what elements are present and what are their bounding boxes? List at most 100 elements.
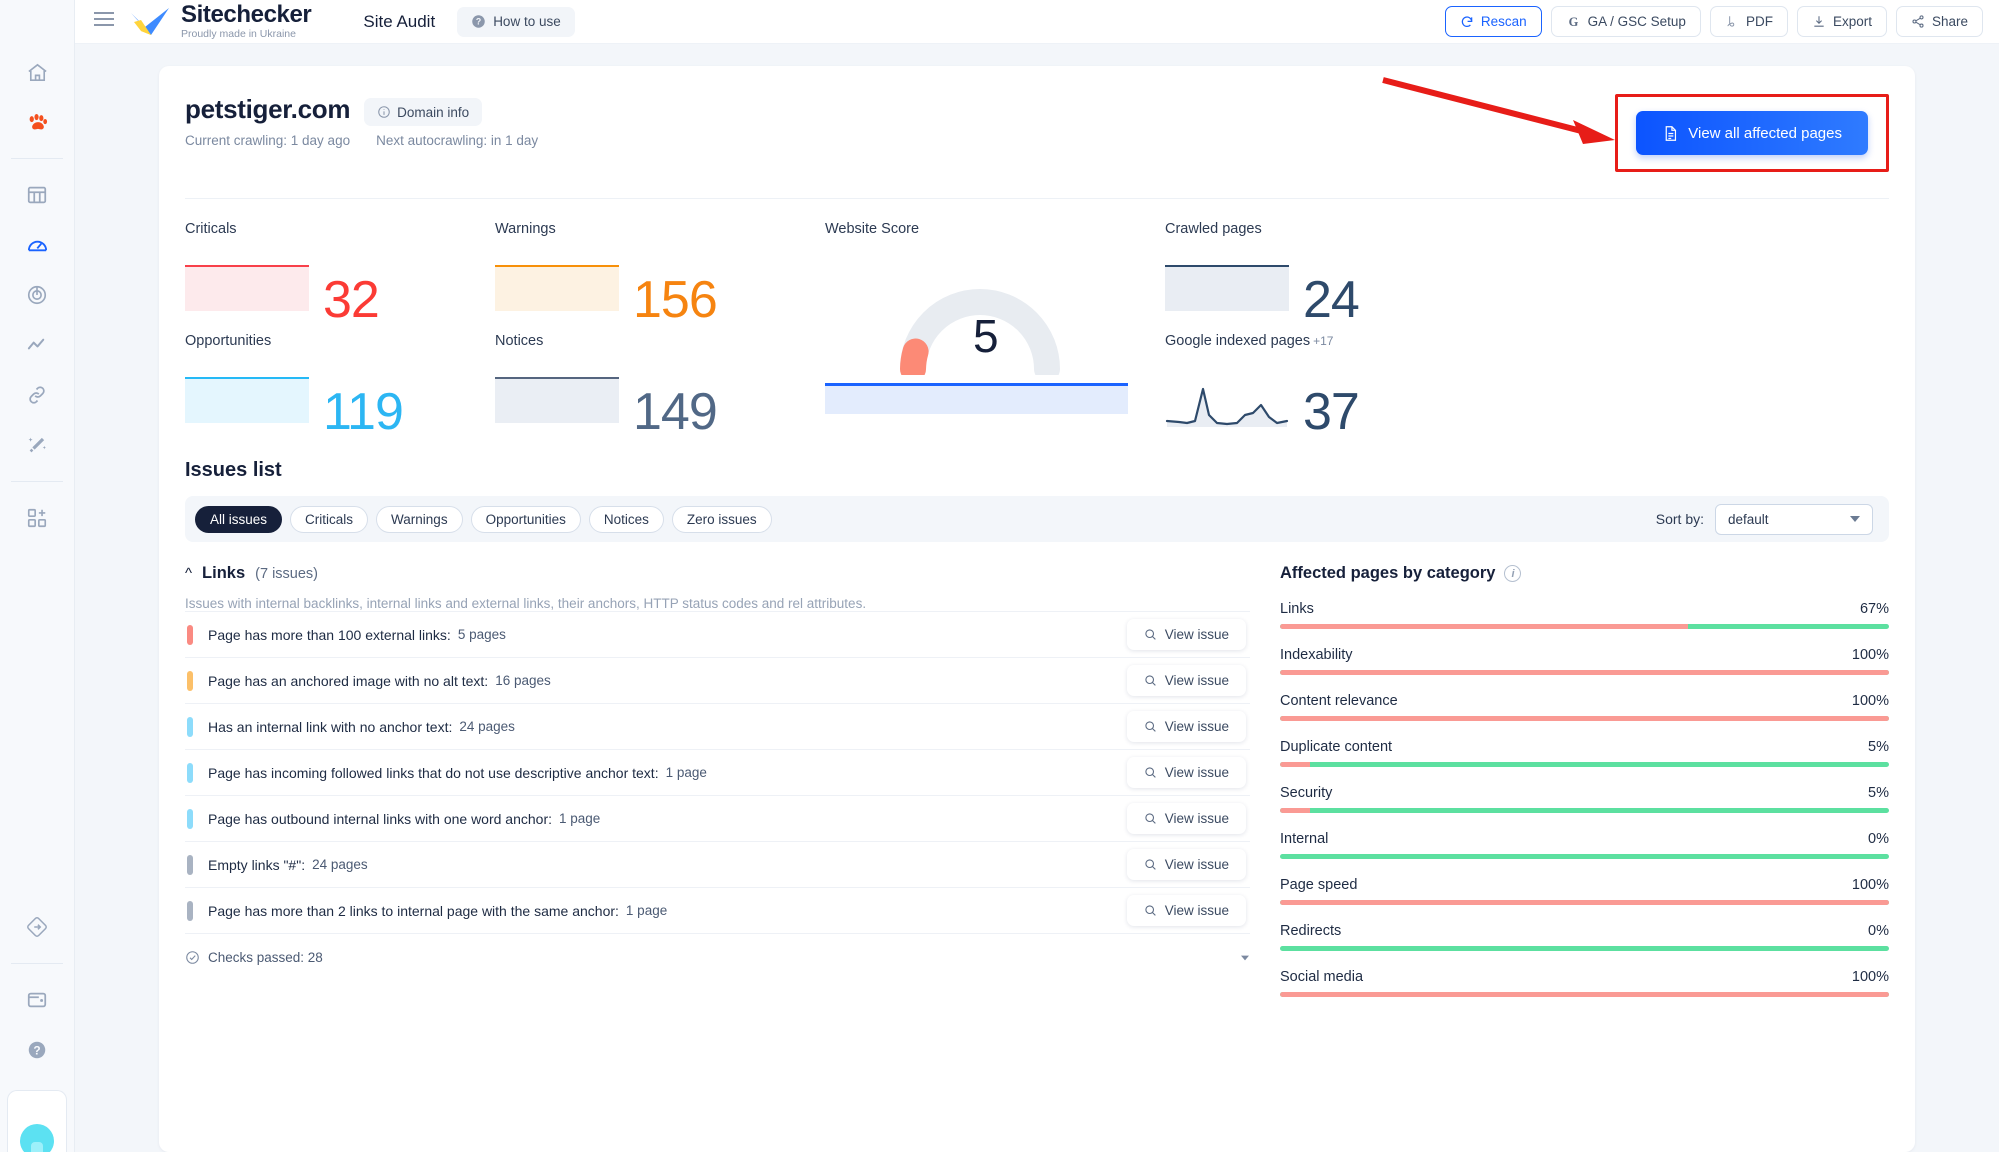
table-row[interactable]: Has an internal link with no anchor text… xyxy=(185,703,1250,749)
view-issue-button[interactable]: View issue xyxy=(1126,757,1246,788)
table-row[interactable]: Page has an anchored image with no alt t… xyxy=(185,657,1250,703)
export-label: Export xyxy=(1832,14,1872,29)
sidebar-item-ai-tools[interactable] xyxy=(15,423,59,467)
sidebar-item-backlinks[interactable] xyxy=(15,373,59,417)
audit-card: petstiger.com Domain info Current crawli… xyxy=(159,66,1915,1152)
left-sidebar: ? xyxy=(0,0,75,1152)
download-icon xyxy=(1814,16,1824,27)
view-issue-button[interactable]: View issue xyxy=(1126,849,1246,880)
question-circle-icon: ? xyxy=(472,15,485,28)
view-issue-label: View issue xyxy=(1164,857,1229,872)
sidebar-item-home[interactable] xyxy=(15,50,59,94)
user-avatar-button[interactable] xyxy=(7,1090,67,1152)
category-percent: 100% xyxy=(1851,693,1889,709)
svg-text:?: ? xyxy=(476,17,481,27)
search-icon xyxy=(1145,721,1156,732)
sidebar-item-paw[interactable] xyxy=(15,100,59,144)
table-row[interactable]: Page has more than 100 external links: 5… xyxy=(185,611,1250,657)
brand-logo-group[interactable]: Sitechecker Proudly made in Ukraine xyxy=(129,1,312,41)
how-to-use-button[interactable]: ? How to use xyxy=(457,6,575,37)
table-row[interactable]: Page has more than 2 links to internal p… xyxy=(185,887,1250,933)
affected-panel-header: Affected pages by category i xyxy=(1280,564,1889,583)
sidebar-item-site-audit[interactable] xyxy=(15,223,59,267)
info-icon[interactable]: i xyxy=(1504,565,1522,582)
filter-criticals[interactable]: Criticals xyxy=(290,505,369,533)
document-icon xyxy=(1665,125,1677,141)
view-all-affected-pages-button[interactable]: View all affected pages xyxy=(1636,111,1868,155)
category-name: Redirects xyxy=(1280,923,1342,939)
metric-warnings: Warnings 156 xyxy=(495,221,825,326)
issue-text: Empty links "#": xyxy=(208,856,306,873)
share-button[interactable]: Share xyxy=(1895,6,1983,37)
sidebar-item-redirects[interactable] xyxy=(15,905,59,949)
filter-zero-issues[interactable]: Zero issues xyxy=(671,505,772,533)
sidebar-item-help[interactable]: ? xyxy=(15,1028,59,1072)
view-issue-button[interactable]: View issue xyxy=(1126,895,1246,926)
issue-group-header[interactable]: ^ Links (7 issues) xyxy=(185,564,1250,583)
view-issue-label: View issue xyxy=(1164,673,1229,688)
filter-warnings[interactable]: Warnings xyxy=(376,505,463,533)
view-issue-label: View issue xyxy=(1164,903,1229,918)
checks-passed-label: Checks passed: 28 xyxy=(208,950,323,965)
pdf-button[interactable]: PDF xyxy=(1709,6,1788,37)
view-issue-button[interactable]: View issue xyxy=(1126,619,1246,650)
domain-header: petstiger.com Domain info Current crawli… xyxy=(185,66,1889,172)
category-percent: 100% xyxy=(1851,647,1889,663)
category-bar xyxy=(1280,946,1889,951)
main-column: Sitechecker Proudly made in Ukraine Site… xyxy=(75,0,1999,1152)
score-progress-bar xyxy=(825,383,1128,414)
view-issue-button[interactable]: View issue xyxy=(1126,803,1246,834)
page-body: petstiger.com Domain info Current crawli… xyxy=(75,44,1999,1152)
ga-gsc-setup-button[interactable]: G GA / GSC Setup xyxy=(1550,6,1701,37)
checks-passed-toggle[interactable]: Checks passed: 28 xyxy=(185,933,1250,965)
sidebar-divider-2 xyxy=(11,481,63,482)
search-icon xyxy=(1145,675,1156,686)
metric-notices: Notices 149 xyxy=(495,333,825,438)
filter-notices[interactable]: Notices xyxy=(588,505,664,533)
issue-pages: 24 pages xyxy=(459,719,515,734)
metrics-grid: Criticals 32 Warnings 156 Website Score … xyxy=(185,199,1889,438)
sidebar-item-add-project[interactable] xyxy=(15,496,59,540)
brand-name: Sitechecker xyxy=(181,1,312,29)
sidebar-item-billing[interactable] xyxy=(15,978,59,1022)
sidebar-item-traffic[interactable] xyxy=(15,323,59,367)
table-row[interactable]: Page has outbound internal links with on… xyxy=(185,795,1250,841)
category-content-relevance: Content relevance 100% xyxy=(1280,693,1889,721)
table-row[interactable]: Empty links "#": 24 pages View issue xyxy=(185,841,1250,887)
issue-text: Has an internal link with no anchor text… xyxy=(208,718,453,735)
export-button[interactable]: Export xyxy=(1796,6,1887,37)
domain-meta: Current crawling: 1 day ago Next autocra… xyxy=(185,133,538,148)
sidebar-item-dashboard[interactable] xyxy=(15,173,59,217)
filter-all-issues[interactable]: All issues xyxy=(195,505,283,533)
sidebar-item-rank-tracker[interactable] xyxy=(15,273,59,317)
category-percent: 5% xyxy=(1868,739,1889,755)
view-issue-button[interactable]: View issue xyxy=(1126,711,1246,742)
metric-indexed-label: Google indexed pages +17 xyxy=(1165,333,1889,349)
filter-opportunities[interactable]: Opportunities xyxy=(470,505,581,533)
issues-content-row: ^ Links (7 issues) Issues with internal … xyxy=(185,564,1889,997)
cta-label: View all affected pages xyxy=(1688,124,1842,142)
issue-text: Page has an anchored image with no alt t… xyxy=(208,672,489,689)
sort-by-label: Sort by: xyxy=(1655,511,1704,527)
hamburger-icon[interactable] xyxy=(93,11,115,32)
issue-pages: 1 page xyxy=(625,903,668,918)
view-issue-label: View issue xyxy=(1164,719,1229,734)
category-redirects: Redirects 0% xyxy=(1280,923,1889,951)
topbar-actions: Rescan G GA / GSC Setup PDF Export Share xyxy=(1444,6,1983,37)
category-bar xyxy=(1280,716,1889,721)
category-name: Internal xyxy=(1280,831,1329,847)
category-bar-fill xyxy=(1280,624,1689,629)
rescan-button[interactable]: Rescan xyxy=(1444,6,1542,37)
chevron-down-icon xyxy=(1241,955,1249,960)
table-row[interactable]: Page has incoming followed links that do… xyxy=(185,749,1250,795)
metric-score-value: 5 xyxy=(973,310,999,362)
category-bar xyxy=(1280,762,1889,767)
domain-info-button[interactable]: Domain info xyxy=(364,98,483,126)
metric-criticals-bar xyxy=(185,265,309,311)
sort-by-select[interactable]: default xyxy=(1715,503,1873,535)
svg-text:G: G xyxy=(1568,15,1578,29)
view-issue-button[interactable]: View issue xyxy=(1126,665,1246,696)
brand-tagline: Proudly made in Ukraine xyxy=(181,28,296,41)
view-issue-label: View issue xyxy=(1164,765,1229,780)
search-icon xyxy=(1145,767,1156,778)
